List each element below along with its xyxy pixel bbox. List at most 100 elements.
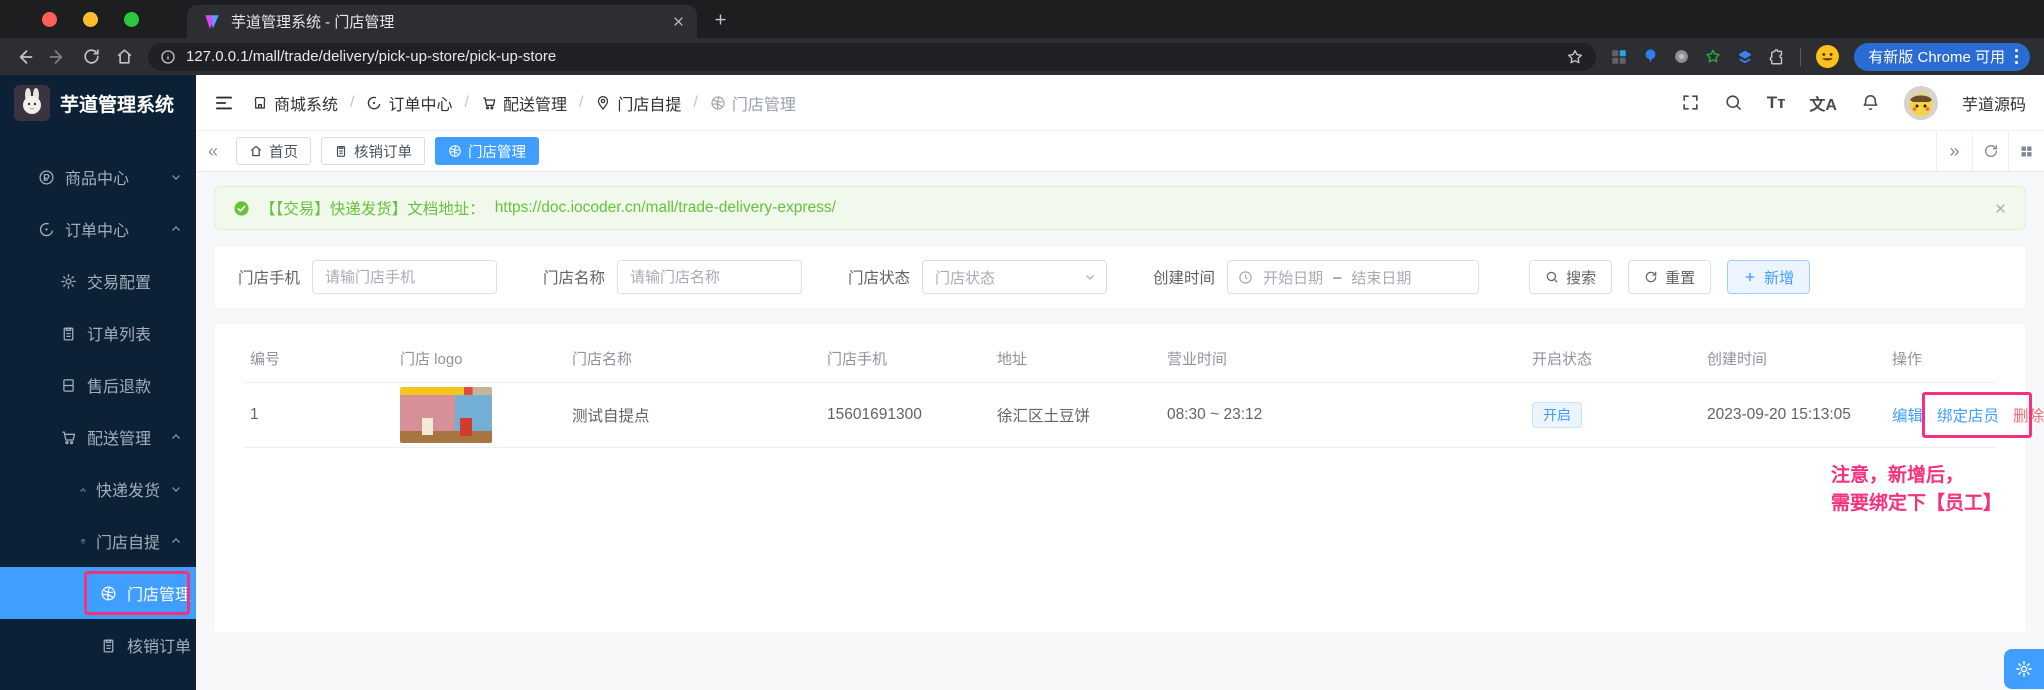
back-icon[interactable] bbox=[14, 47, 34, 67]
annotation-line: 需要绑定下【员工】 bbox=[1830, 492, 2002, 514]
alert-doc-link[interactable]: https://doc.iocoder.cn/mall/trade-delive… bbox=[495, 199, 836, 217]
extension-circle-icon[interactable] bbox=[1673, 48, 1690, 65]
sidebar-menu: 商品中心 订单中心 交易配置 订单列表 售后退款 配送管理 快递发货 门店自提 … bbox=[0, 151, 196, 671]
column-header: 门店 logo bbox=[400, 350, 463, 368]
url-bar[interactable]: 127.0.0.1/mall/trade/delivery/pick-up-st… bbox=[148, 42, 1597, 71]
sidebar-item-order-list[interactable]: 订单列表 bbox=[0, 307, 196, 359]
sidebar-item-verify-orders[interactable]: 核销订单 bbox=[0, 619, 196, 671]
layout-grid-icon[interactable] bbox=[2008, 131, 2044, 171]
font-size-icon[interactable]: Tт bbox=[1767, 93, 1786, 113]
theme-settings-button[interactable] bbox=[2004, 649, 2044, 689]
extension-balloon-icon[interactable] bbox=[1642, 48, 1659, 65]
breadcrumb-label: 门店自提 bbox=[617, 96, 682, 114]
breadcrumb-item-order-center[interactable]: 订单中心 bbox=[366, 91, 452, 115]
store-phone-input[interactable] bbox=[312, 260, 498, 294]
sidebar-item-store-pickup[interactable]: 门店自提 bbox=[0, 515, 196, 567]
column-header: 创建时间 bbox=[1707, 350, 1768, 368]
forward-icon[interactable] bbox=[48, 47, 68, 67]
sidebar-collapse-icon[interactable] bbox=[214, 93, 234, 113]
table-header-row: 编号 门店 logo 门店名称 门店手机 地址 营业时间 开启状态 创建时间 操… bbox=[244, 334, 1996, 383]
extension-squares-icon[interactable] bbox=[1610, 48, 1628, 66]
breadcrumb-label: 门店管理 bbox=[731, 96, 796, 114]
column-header: 编号 bbox=[250, 350, 281, 368]
store-name-input[interactable] bbox=[617, 260, 803, 294]
refresh-icon bbox=[1645, 271, 1657, 283]
sidebar-item-label: 订单中心 bbox=[65, 223, 130, 240]
cell-name: 测试自提点 bbox=[572, 408, 650, 425]
breadcrumb-label: 配送管理 bbox=[502, 96, 567, 114]
store-logo-image bbox=[400, 387, 492, 443]
extension-layers-icon[interactable] bbox=[1736, 48, 1754, 66]
breadcrumb-item-mall[interactable]: 商城系统 bbox=[252, 91, 338, 115]
add-button[interactable]: 新增 bbox=[1727, 260, 1811, 294]
extension-star-icon[interactable] bbox=[1704, 48, 1722, 66]
filter-label: 门店名称 bbox=[543, 270, 606, 287]
chevron-up-icon bbox=[170, 431, 182, 443]
close-window-button[interactable] bbox=[42, 11, 57, 27]
browser-tab[interactable]: 芋道管理系统 - 门店管理 bbox=[187, 5, 697, 38]
app-shell: 芋道管理系统 商品中心 订单中心 交易配置 订单列表 售后退款 配送管理 快递发… bbox=[0, 75, 2044, 690]
reload-icon[interactable] bbox=[82, 47, 101, 66]
sidebar-item-refund[interactable]: 售后退款 bbox=[0, 359, 196, 411]
browser-toolbar: 127.0.0.1/mall/trade/delivery/pick-up-st… bbox=[0, 38, 2044, 75]
sidebar-item-order-center[interactable]: 订单中心 bbox=[0, 203, 196, 255]
sidebar-item-express-ship[interactable]: 快递发货 bbox=[0, 463, 196, 515]
bookmark-star-icon[interactable] bbox=[1566, 48, 1584, 66]
site-info-icon[interactable] bbox=[160, 49, 176, 65]
new-tab-button[interactable] bbox=[705, 4, 735, 34]
locale-icon[interactable]: 文A bbox=[1809, 91, 1837, 115]
select-placeholder: 门店状态 bbox=[935, 269, 996, 287]
search-icon bbox=[1546, 271, 1558, 283]
username[interactable]: 芋道源码 bbox=[1962, 91, 2026, 115]
favicon bbox=[203, 13, 221, 31]
doc-alert: 【【交易】快递发货】文档地址： https://doc.iocoder.cn/m… bbox=[214, 186, 2026, 230]
search-button-label: 搜索 bbox=[1566, 269, 1597, 287]
search-button[interactable]: 搜索 bbox=[1529, 260, 1613, 294]
bell-icon[interactable] bbox=[1861, 93, 1880, 112]
extensions-puzzle-icon[interactable] bbox=[1768, 48, 1786, 66]
tab-verify-orders[interactable]: 核销订单 bbox=[321, 137, 425, 165]
alert-close-icon[interactable] bbox=[1994, 202, 2007, 215]
scroll-right-icon[interactable]: » bbox=[1936, 131, 1972, 171]
breadcrumb-item-delivery[interactable]: 配送管理 bbox=[481, 91, 567, 115]
delete-link[interactable]: 删除 bbox=[2013, 404, 2044, 426]
profile-avatar[interactable] bbox=[1815, 44, 1840, 69]
sidebar-item-trade-config[interactable]: 交易配置 bbox=[0, 255, 196, 307]
clipboard-icon bbox=[63, 327, 74, 341]
scroll-left-icon[interactable]: « bbox=[196, 131, 230, 171]
zoom-window-button[interactable] bbox=[124, 11, 139, 27]
window-controls bbox=[42, 11, 139, 27]
gear-icon bbox=[2016, 661, 2032, 677]
app-logo-area[interactable]: 芋道管理系统 bbox=[0, 75, 196, 131]
user-avatar[interactable] bbox=[1903, 85, 1938, 120]
minimize-window-button[interactable] bbox=[83, 11, 98, 27]
browser-menu-icon[interactable] bbox=[2011, 49, 2022, 64]
sidebar-item-label: 门店自提 bbox=[95, 535, 160, 552]
breadcrumb-item-store-pickup[interactable]: 门店自提 bbox=[595, 91, 681, 115]
reset-button[interactable]: 重置 bbox=[1628, 260, 1712, 294]
toolbar-divider bbox=[1800, 47, 1802, 66]
home-icon[interactable] bbox=[115, 47, 134, 66]
sidebar-item-store-manage[interactable]: 门店管理 bbox=[0, 567, 196, 619]
sidebar-item-product-center[interactable]: 商品中心 bbox=[0, 151, 196, 203]
reset-button-label: 重置 bbox=[1665, 269, 1696, 287]
app-navbar: 商城系统 / 订单中心 / 配送管理 / 门店自提 / 门店管理 Tт 文A 芋… bbox=[196, 75, 2044, 131]
sidebar-item-delivery[interactable]: 配送管理 bbox=[0, 411, 196, 463]
start-date-placeholder: 开始日期 bbox=[1263, 269, 1324, 287]
order-center-icon bbox=[39, 222, 54, 236]
search-icon[interactable] bbox=[1724, 93, 1743, 112]
store-status-select[interactable]: 门店状态 bbox=[922, 260, 1108, 294]
tab-close-icon[interactable] bbox=[672, 15, 685, 28]
screen: 芋道管理系统 - 门店管理 127.0.0.1/mall/trade/deliv… bbox=[0, 0, 2044, 690]
chrome-update-button[interactable]: 有新版 Chrome 可用 bbox=[1854, 42, 2030, 71]
date-range-picker[interactable]: 开始日期 – 结束日期 bbox=[1227, 260, 1480, 294]
filter-store-phone: 门店手机 bbox=[238, 260, 498, 294]
tab-store-manage[interactable]: 门店管理 bbox=[435, 137, 539, 165]
location-pin-icon bbox=[81, 538, 85, 544]
tab-home[interactable]: 首页 bbox=[236, 137, 311, 165]
fullscreen-icon[interactable] bbox=[1681, 93, 1700, 112]
edit-link[interactable]: 编辑 bbox=[1892, 404, 1923, 426]
refresh-icon[interactable] bbox=[1972, 131, 2008, 171]
bind-clerk-link[interactable]: 绑定店员 bbox=[1937, 404, 1999, 426]
form-buttons: 搜索 重置 新增 bbox=[1529, 260, 1811, 294]
